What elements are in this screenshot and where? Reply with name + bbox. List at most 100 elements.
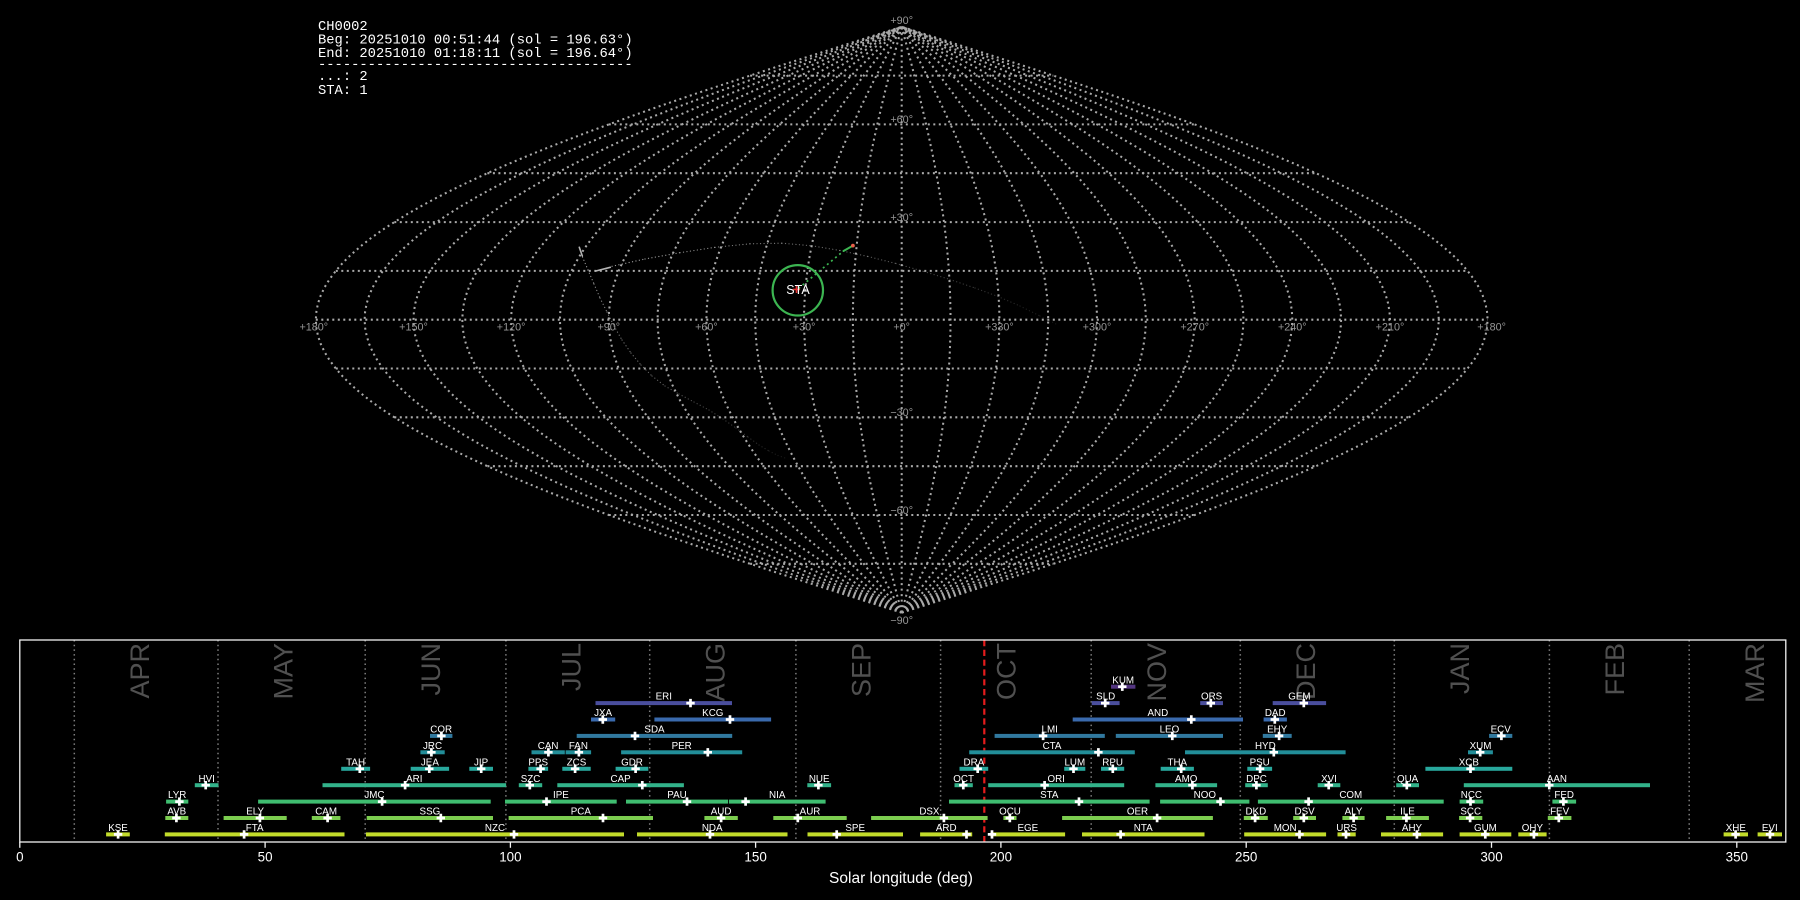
svg-text:GDR: GDR — [621, 757, 643, 768]
svg-text:ARI: ARI — [406, 774, 422, 785]
svg-text:PAU: PAU — [667, 790, 686, 801]
svg-text:PER: PER — [672, 741, 692, 752]
svg-text:OHY: OHY — [1522, 823, 1544, 834]
svg-text:STA: STA — [786, 283, 810, 297]
svg-text:KCG: KCG — [702, 708, 723, 719]
svg-text:AND: AND — [1147, 708, 1168, 719]
svg-text:DAD: DAD — [1265, 708, 1286, 719]
svg-text:AUG: AUG — [700, 643, 730, 702]
svg-text:NTA: NTA — [1134, 823, 1153, 834]
svg-text:+90°: +90° — [597, 322, 620, 334]
svg-text:FTA: FTA — [246, 823, 264, 834]
svg-text:COM: COM — [1339, 790, 1362, 801]
svg-text:DPC: DPC — [1246, 774, 1267, 785]
svg-text:NDA: NDA — [702, 823, 723, 834]
svg-text:MON: MON — [1274, 823, 1297, 834]
svg-text:CAM: CAM — [315, 807, 337, 818]
svg-text:JIP: JIP — [474, 757, 489, 768]
svg-text:SDA: SDA — [644, 725, 665, 736]
svg-text:JRC: JRC — [423, 741, 442, 752]
svg-text:KUM: KUM — [1112, 675, 1134, 686]
svg-text:+300°: +300° — [1083, 322, 1112, 334]
svg-text:KSE: KSE — [108, 823, 128, 834]
svg-text:AMO: AMO — [1175, 774, 1198, 785]
svg-text:ARD: ARD — [936, 823, 957, 834]
svg-text:FEV: FEV — [1550, 807, 1570, 818]
svg-text:DKD: DKD — [1245, 807, 1266, 818]
svg-text:CAN: CAN — [538, 741, 559, 752]
svg-text:NOV: NOV — [1142, 643, 1172, 702]
svg-text:FED: FED — [1554, 790, 1574, 801]
svg-text:LMI: LMI — [1042, 725, 1058, 736]
svg-text:SCC: SCC — [1460, 807, 1481, 818]
svg-text:PPS: PPS — [528, 757, 548, 768]
svg-text:OCT: OCT — [991, 643, 1021, 700]
svg-text:EVI: EVI — [1762, 823, 1778, 834]
svg-text:NZC: NZC — [485, 823, 505, 834]
svg-text:50: 50 — [258, 849, 273, 864]
svg-text:SZC: SZC — [521, 774, 541, 785]
svg-text:NCC: NCC — [1461, 790, 1482, 801]
svg-text:JEA: JEA — [421, 757, 439, 768]
svg-text:XHE: XHE — [1726, 823, 1747, 834]
svg-text:APR: APR — [125, 643, 155, 699]
svg-text:LUM: LUM — [1064, 757, 1085, 768]
svg-text:STA: STA — [1040, 790, 1059, 801]
svg-text:DRA: DRA — [964, 757, 985, 768]
svg-text:JXA: JXA — [594, 708, 612, 719]
svg-text:OCU: OCU — [999, 807, 1021, 818]
svg-text:ERI: ERI — [656, 692, 672, 703]
svg-text:+120°: +120° — [497, 322, 526, 334]
svg-text:−30°: −30° — [890, 407, 913, 419]
svg-text:+240°: +240° — [1278, 322, 1307, 334]
svg-text:+30°: +30° — [793, 322, 816, 334]
svg-text:GUM: GUM — [1474, 823, 1497, 834]
svg-text:Beg: 20251010 00:51:44 (sol =: Beg: 20251010 00:51:44 (sol = 196.63°) — [318, 33, 633, 49]
svg-text:SLD: SLD — [1096, 692, 1115, 703]
svg-text:+180°: +180° — [299, 322, 328, 334]
svg-text:JAN: JAN — [1445, 643, 1475, 694]
svg-text:PSU: PSU — [1250, 757, 1270, 768]
svg-text:ORS: ORS — [1201, 692, 1223, 703]
svg-text:COR: COR — [430, 725, 452, 736]
svg-text:HYD: HYD — [1255, 741, 1276, 752]
svg-text:RPU: RPU — [1102, 757, 1123, 768]
svg-text:NUE: NUE — [809, 774, 830, 785]
svg-text:0: 0 — [16, 849, 23, 864]
svg-text:ORI: ORI — [1047, 774, 1064, 785]
svg-text:XVI: XVI — [1321, 774, 1337, 785]
svg-text:+210°: +210° — [1376, 322, 1405, 334]
svg-text:+60°: +60° — [695, 322, 718, 334]
svg-text:NOO: NOO — [1194, 790, 1217, 801]
svg-text:+330°: +330° — [985, 322, 1014, 334]
svg-text:SEP: SEP — [847, 643, 877, 697]
svg-text:MAR: MAR — [1740, 643, 1770, 703]
svg-text:+150°: +150° — [399, 322, 428, 334]
svg-text:300: 300 — [1480, 849, 1502, 864]
svg-text:PCA: PCA — [571, 807, 592, 818]
svg-text:URS: URS — [1336, 823, 1357, 834]
svg-text:ILE: ILE — [1400, 807, 1415, 818]
svg-text:100: 100 — [499, 849, 521, 864]
svg-text:TAH: TAH — [346, 757, 365, 768]
svg-text:HVI: HVI — [199, 774, 215, 785]
svg-text:FEB: FEB — [1600, 643, 1630, 696]
svg-text:ZCS: ZCS — [567, 757, 587, 768]
svg-text:EHY: EHY — [1267, 725, 1288, 736]
svg-text:QUA: QUA — [1397, 774, 1419, 785]
svg-text:DSX: DSX — [919, 807, 940, 818]
svg-text:XCB: XCB — [1459, 757, 1480, 768]
svg-text:LYR: LYR — [168, 790, 186, 801]
svg-text:AHY: AHY — [1402, 823, 1423, 834]
svg-text:JUL: JUL — [557, 643, 587, 691]
svg-text:OER: OER — [1127, 807, 1148, 818]
svg-text:350: 350 — [1726, 849, 1748, 864]
svg-text:Solar longitude (deg): Solar longitude (deg) — [829, 870, 973, 887]
svg-text:THA: THA — [1167, 757, 1187, 768]
svg-text:MAY: MAY — [269, 643, 299, 700]
svg-text:OCT: OCT — [953, 774, 974, 785]
svg-text:+180°: +180° — [1477, 322, 1506, 334]
svg-text:EGE: EGE — [1017, 823, 1038, 834]
svg-text:AVB: AVB — [167, 807, 186, 818]
svg-text:LEO: LEO — [1160, 725, 1180, 736]
